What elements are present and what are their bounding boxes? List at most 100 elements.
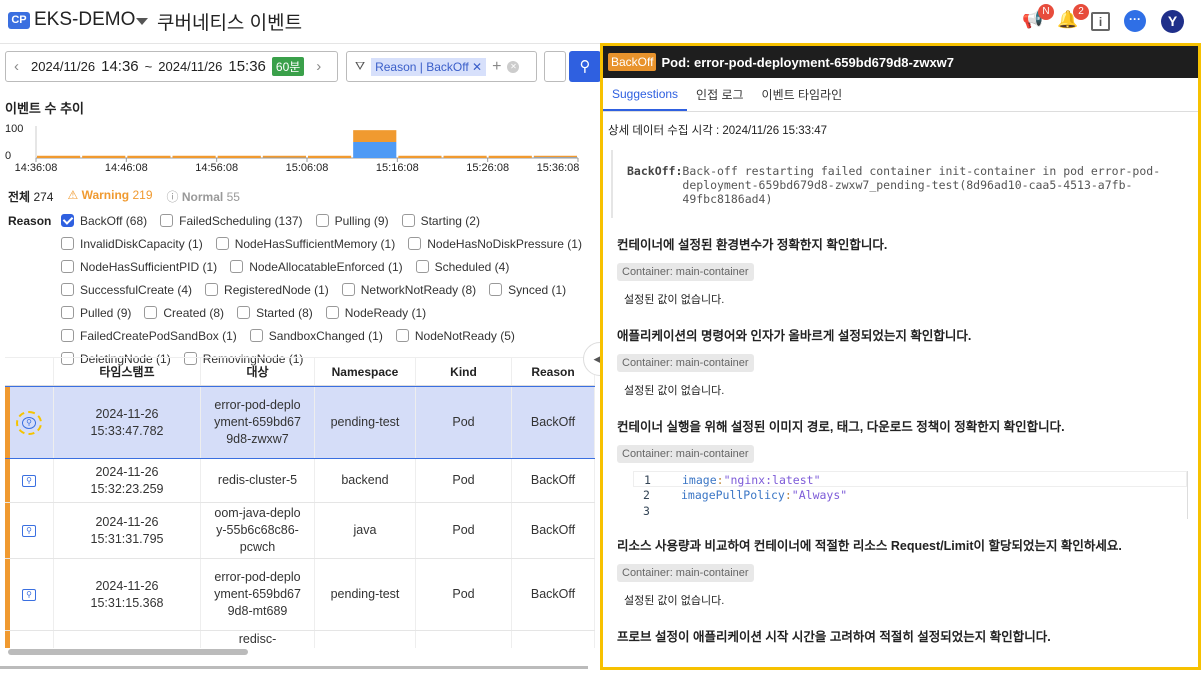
row-action[interactable]: ⚲ (5, 387, 54, 458)
cell-ns: pending-test (315, 559, 416, 630)
reason-checkbox-item[interactable]: NodeNotReady (5) (395, 328, 515, 343)
code-line: 3 (633, 503, 1187, 519)
reason-checkbox-item[interactable]: Synced (1) (489, 282, 566, 297)
cell-kind: Pod (416, 387, 512, 458)
table-row[interactable]: ⚲ 2024-11-26 15:33:47.782 error-pod-deploy… (5, 386, 595, 459)
reason-option-label: Starting (2) (420, 213, 480, 228)
chart-title: 이벤트 수 추이 (5, 101, 84, 116)
close-icon[interactable]: ✕ (472, 60, 482, 74)
checkbox[interactable] (160, 214, 174, 227)
add-filter-icon[interactable]: + (492, 58, 501, 76)
checkbox[interactable] (341, 283, 355, 296)
reason-checkbox-item[interactable]: NetworkNotReady (8) (341, 282, 476, 297)
row-action[interactable]: ⚲ (5, 503, 54, 558)
reason-option-label: NodeHasSufficientMemory (1) (234, 236, 396, 251)
column-header[interactable]: 타임스탬프 (54, 358, 201, 385)
reason-checkbox-item[interactable]: InvalidDiskCapacity (1) (61, 236, 203, 251)
table-row[interactable]: ⚲ 2024-11-26 15:31:31.795 oom-java-deploy-… (5, 503, 595, 559)
reason-checkbox-item[interactable]: FailedScheduling (137) (160, 213, 303, 228)
checkbox[interactable] (61, 329, 74, 342)
reason-checkbox-item[interactable]: NodeHasSufficientMemory (1) (215, 236, 396, 251)
reason-option-label: Scheduled (4) (434, 259, 510, 274)
option-button[interactable] (544, 51, 566, 82)
tab-2[interactable]: 이벤트 타임라인 (753, 78, 852, 111)
next-range-icon[interactable]: › (316, 58, 321, 75)
info-book-icon[interactable]: i (1091, 12, 1110, 31)
reason-checkbox-item[interactable]: FailedCreatePodSandBox (1) (61, 328, 237, 343)
reason-checkbox-item[interactable]: SandboxChanged (1) (249, 328, 383, 343)
reason-checkbox-item[interactable]: NodeAllocatableEnforced (1) (230, 259, 403, 274)
line-number: 2 (643, 488, 650, 502)
reason-checkbox-item[interactable]: Pulling (9) (315, 213, 389, 228)
range-badge[interactable]: 60분 (271, 57, 305, 76)
reason-checkbox-item[interactable]: NodeHasSufficientPID (1) (61, 259, 217, 274)
row-action[interactable]: ⚲ (5, 459, 54, 502)
reason-checkbox-item[interactable]: Starting (2) (401, 213, 480, 228)
row-action[interactable] (5, 631, 54, 648)
checkbox[interactable] (401, 214, 415, 227)
x-tick-label: 14:56:08 (195, 162, 238, 174)
avatar[interactable]: Y (1161, 10, 1184, 33)
bell-icon[interactable]: 🔔 2 (1057, 4, 1089, 32)
megaphone-icon[interactable]: 📢 N (1022, 4, 1054, 32)
checkbox[interactable] (144, 306, 158, 319)
reason-checkbox-item[interactable]: Scheduled (4) (415, 259, 510, 274)
search-button[interactable]: ⚲ (569, 51, 601, 82)
checkbox[interactable] (237, 306, 251, 319)
detail-view-icon[interactable]: ⚲ (22, 524, 36, 537)
checkbox[interactable] (61, 306, 74, 319)
reason-checkbox-item[interactable]: Started (8) (237, 305, 313, 320)
checkbox[interactable] (489, 283, 503, 296)
table-row[interactable]: ⚲ 2024-11-26 15:31:15.368 error-pod-deploy… (5, 559, 595, 631)
checkbox[interactable] (325, 306, 339, 319)
checkbox[interactable] (395, 329, 409, 342)
x-tick-label: 15:16:08 (376, 162, 419, 174)
checkbox[interactable] (415, 260, 429, 273)
column-header[interactable]: 대상 (201, 358, 315, 385)
checkbox[interactable] (408, 237, 422, 250)
reason-checkbox-item[interactable]: SuccessfulCreate (4) (61, 282, 192, 297)
project-name[interactable]: EKS-DEMO (34, 9, 135, 31)
chat-icon[interactable]: ··· (1124, 10, 1146, 32)
column-header[interactable] (5, 358, 54, 385)
prev-range-icon[interactable]: ‹ (14, 58, 19, 75)
reason-option-label: FailedScheduling (137) (179, 213, 303, 228)
horizontal-scrollbar[interactable] (8, 649, 248, 655)
project-dropdown-icon[interactable] (136, 18, 148, 25)
bar-normal (353, 142, 397, 158)
checkbox[interactable] (215, 237, 229, 250)
detail-view-icon[interactable]: ⚲ (22, 474, 36, 487)
checkbox[interactable] (230, 260, 244, 273)
tab-0[interactable]: Suggestions (603, 78, 688, 111)
filter-chip[interactable]: Reason | BackOff ✕ (371, 57, 487, 76)
detail-view-icon[interactable]: ⚲ (16, 410, 42, 435)
clear-icon[interactable]: ✕ (507, 60, 520, 73)
checkbox[interactable] (61, 237, 74, 250)
bottom-scrollbar[interactable] (0, 666, 588, 669)
checkbox[interactable] (249, 329, 263, 342)
table-row[interactable]: ⚲ 2024-11-26 15:32:23.259 redis-cluster-5 b… (5, 459, 595, 503)
reason-checkbox-item[interactable]: NodeReady (1) (325, 305, 426, 320)
detail-view-icon[interactable]: ⚲ (22, 588, 36, 601)
checkbox[interactable] (61, 283, 74, 296)
column-header[interactable]: Kind (416, 358, 512, 385)
top-bar: CP EKS-DEMO 쿠버네티스 이벤트 📢 N 🔔 2 i ··· Y (0, 0, 1204, 42)
reason-checkbox-item[interactable]: Created (8) (144, 305, 224, 320)
checkbox[interactable] (61, 214, 74, 227)
reason-checkbox-item[interactable]: BackOff (68) (61, 213, 147, 228)
checkbox[interactable] (205, 283, 219, 296)
filter-box[interactable]: ⛛ Reason | BackOff ✕ + ✕ (346, 51, 537, 82)
date-to: 2024/11/26 (158, 59, 223, 74)
reason-checkbox-item[interactable]: Pulled (9) (61, 305, 131, 320)
column-header[interactable]: Namespace (315, 358, 416, 385)
checkbox[interactable] (61, 260, 74, 273)
row-action[interactable]: ⚲ (5, 559, 54, 630)
tab-1[interactable]: 인접 로그 (687, 78, 753, 111)
checkbox[interactable] (315, 214, 329, 227)
table-row[interactable]: redisc- (5, 631, 595, 648)
reason-checkbox-item[interactable]: RegisteredNode (1) (205, 282, 329, 297)
date-range-picker[interactable]: ‹ 2024/11/26 14:36 ~ 2024/11/26 15:36 60… (5, 51, 338, 82)
reason-checkbox-item[interactable]: NodeHasNoDiskPressure (1) (408, 236, 582, 251)
x-tick-label: 14:46:08 (105, 162, 148, 174)
suggestion-title: 리소스 사용량과 비교하여 컨테이너에 적절한 리소스 Request/Limi… (617, 539, 1122, 553)
